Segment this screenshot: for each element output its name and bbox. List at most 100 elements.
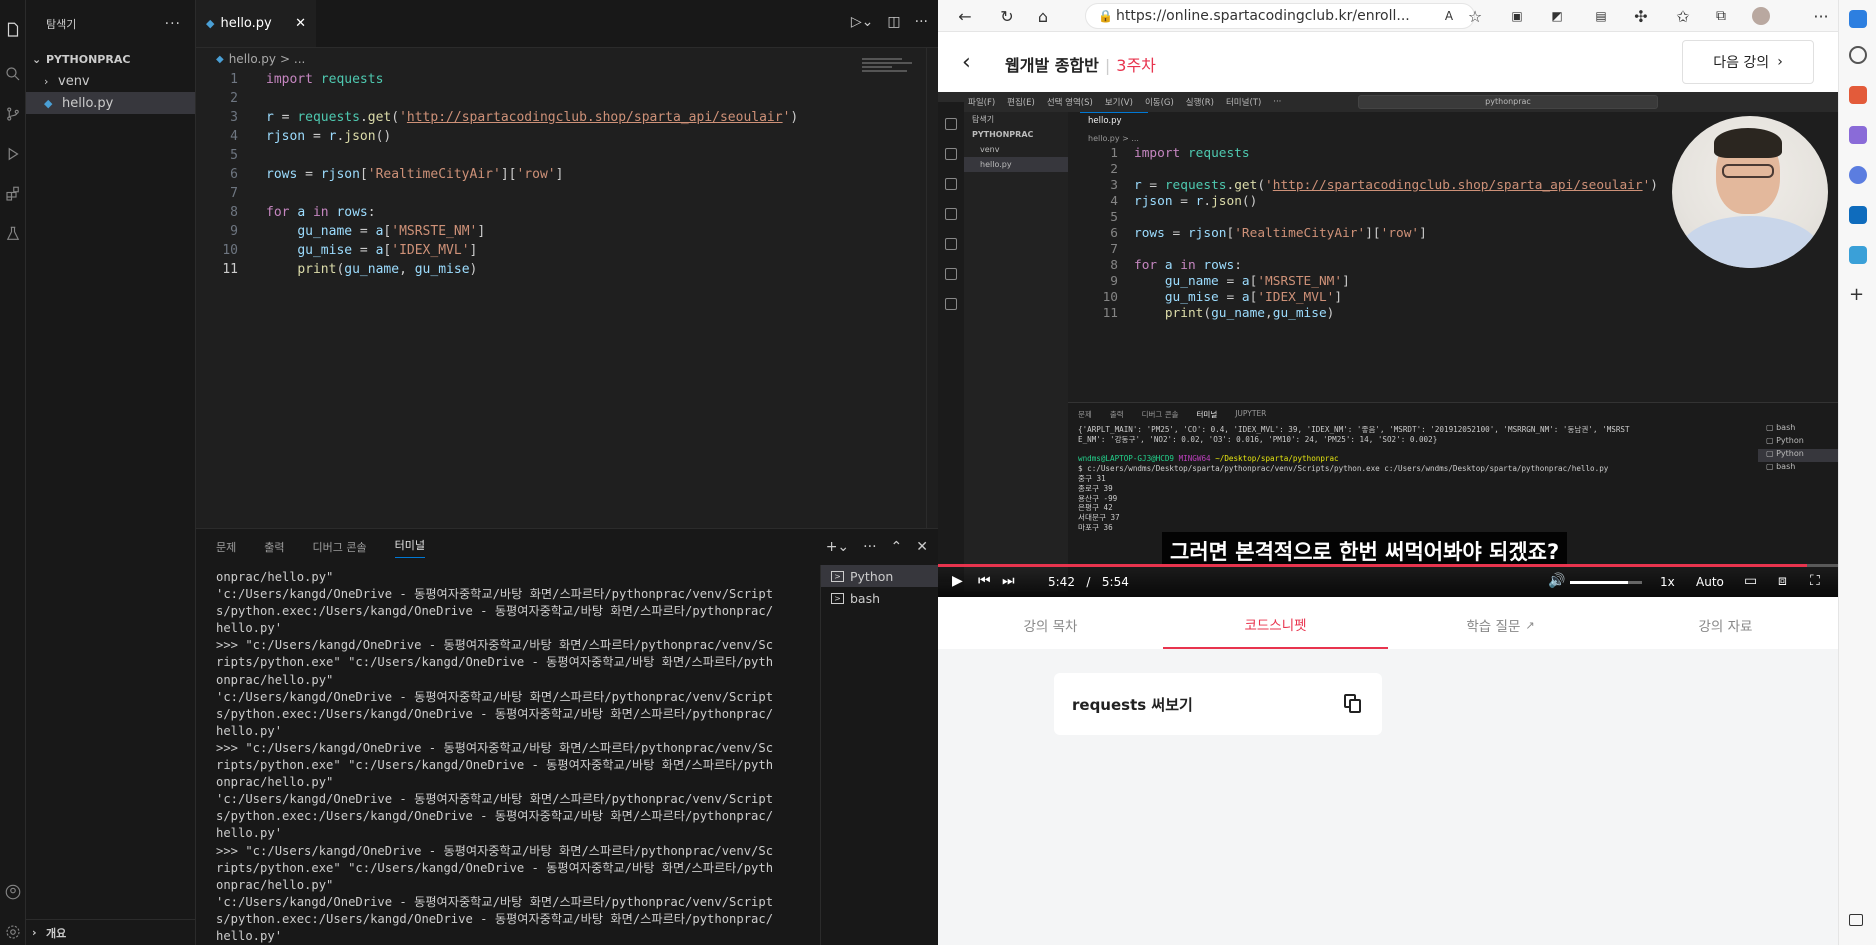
outline-section[interactable]: › 개요 [26, 919, 196, 945]
code-line[interactable]: 3 r = requests.get('http://spartacodingcl… [196, 108, 938, 127]
more-actions-icon[interactable]: ··· [863, 539, 876, 555]
code-line[interactable]: 11 print(gu_name, gu_mise) [196, 260, 938, 279]
editor-tab-hello-py[interactable]: ◆ hello.py ✕ [196, 0, 316, 47]
extensions-icon[interactable] [0, 180, 26, 208]
fullscreen-icon[interactable]: ⛶ [1810, 573, 1820, 589]
account-icon[interactable] [0, 878, 26, 906]
address-bar[interactable]: 🔒 https://online.spartacodingclub.kr/enr… [1085, 3, 1475, 29]
profile-avatar[interactable] [1750, 5, 1772, 27]
code-line[interactable]: 4 rjson = r.json() [196, 127, 938, 146]
code-line[interactable]: 8 for a in rows: [196, 203, 938, 222]
tab-debug-console[interactable]: 디버그 콘솔 [313, 539, 367, 555]
close-panel-icon[interactable]: ✕ [916, 539, 928, 555]
code-line[interactable]: 2 [1068, 162, 1658, 178]
code-line[interactable]: 7 [1068, 242, 1658, 258]
testing-icon[interactable] [0, 220, 26, 248]
more-menu-icon[interactable]: ··· [1810, 5, 1832, 27]
tab-lecture-toc[interactable]: 강의 목차 [938, 601, 1163, 649]
volume-slider[interactable] [1570, 581, 1642, 584]
back-arrow-icon[interactable]: ← [954, 5, 976, 27]
chevron-down-icon: ⌄ [32, 52, 42, 66]
chevron-left-icon[interactable]: ‹ [962, 50, 971, 75]
tab-terminal[interactable]: 터미널 [394, 537, 425, 558]
notion-extension-icon[interactable]: ▣ [1506, 5, 1528, 27]
explorer-icon[interactable] [0, 16, 26, 44]
drop-icon[interactable] [1849, 246, 1867, 264]
tab-output[interactable]: 출력 [264, 539, 284, 555]
code-line[interactable]: 4 rjson = r.json() [1068, 194, 1658, 210]
code-line[interactable]: 6 rows = rjson['RealtimeCityAir']['row'] [196, 165, 938, 184]
rewind-icon[interactable]: ⏮ [978, 573, 991, 589]
snippet-card[interactable]: requests 써보기 [1054, 673, 1382, 735]
workspace-folder[interactable]: ⌄ PYTHONPRAC [26, 48, 195, 70]
code-line[interactable]: 1 import requests [1068, 146, 1658, 162]
maximize-panel-icon[interactable]: ⌃ [891, 539, 903, 555]
add-icon[interactable]: + [1849, 286, 1867, 304]
code-line[interactable]: 10 gu_mise = a['IDEX_MVL'] [196, 241, 938, 260]
sidebar-toggle-icon[interactable] [1849, 914, 1863, 926]
code-editor[interactable]: 1 import requests 2 3 r = requests.get('http… [196, 70, 938, 279]
close-icon[interactable]: ✕ [295, 16, 306, 31]
settings-gear-icon[interactable] [0, 918, 26, 945]
tree-item-venv[interactable]: › venv [26, 70, 195, 92]
refresh-icon[interactable]: ↻ [996, 5, 1018, 27]
quality-selector[interactable]: Auto [1696, 575, 1724, 589]
pip-icon[interactable]: ⧈ [1778, 573, 1787, 589]
tools-icon[interactable] [1849, 126, 1867, 144]
collections-icon[interactable]: ⧉ [1710, 5, 1732, 27]
split-editor-icon[interactable]: ◫ [887, 14, 900, 30]
code-line[interactable]: 2 [196, 89, 938, 108]
games-icon[interactable] [1849, 166, 1867, 184]
extension-icon[interactable]: ▤ [1590, 5, 1612, 27]
terminal-output[interactable]: onprac/hello.py" 'c:/Users/kangd/OneDriv… [216, 569, 816, 945]
code-line[interactable]: 8 for a in rows: [1068, 258, 1658, 274]
code-line[interactable]: 9 gu_name = a['MSRSTE_NM'] [1068, 274, 1658, 290]
tab-materials[interactable]: 강의 자료 [1613, 601, 1838, 649]
source-control-icon[interactable] [0, 100, 26, 128]
bing-icon[interactable] [1849, 10, 1867, 28]
run-icon[interactable]: ▷⌄ [851, 14, 874, 30]
volume-icon[interactable]: 🔊 [1548, 573, 1565, 589]
search-icon[interactable] [0, 60, 26, 88]
code-line[interactable]: 10 gu_mise = a['IDEX_MVL'] [1068, 290, 1658, 306]
code-line[interactable]: 1 import requests [196, 70, 938, 89]
breadcrumb-rest[interactable]: > ... [280, 52, 305, 66]
search-icon[interactable] [1849, 46, 1867, 64]
captions-icon[interactable]: ▭ [1744, 573, 1757, 589]
code-line[interactable]: 3 r = requests.get('http://spartacodingcl… [1068, 178, 1658, 194]
code-line[interactable]: 5 [1068, 210, 1658, 226]
code-line[interactable]: 11 print(gu_name,gu_mise) [1068, 306, 1658, 322]
terminal-item-python[interactable]: > Python [821, 565, 938, 587]
video-player[interactable]: 파일(F) 편집(E) 선택 영역(S) 보기(V) 이동(G) 실행(R) 터미널(T) ·… [938, 92, 1838, 597]
play-icon[interactable]: ▶ [952, 573, 963, 589]
code-line[interactable]: 9 gu_name = a['MSRSTE_NM'] [196, 222, 938, 241]
playback-speed[interactable]: 1x [1660, 575, 1675, 589]
forward-icon[interactable]: ⏭ [1002, 573, 1015, 589]
code-line[interactable]: 7 [196, 184, 938, 203]
minimap[interactable] [862, 58, 922, 82]
terminal-item-bash[interactable]: > bash [821, 587, 938, 609]
editor-scrollbar[interactable] [926, 48, 938, 528]
outlook-icon[interactable] [1849, 206, 1867, 224]
extension-icon[interactable]: ◩ [1546, 5, 1568, 27]
read-aloud-icon[interactable]: A [1438, 5, 1460, 27]
instructor-webcam [1672, 116, 1828, 268]
new-terminal-icon[interactable]: +⌄ [826, 539, 849, 555]
home-icon[interactable]: ⌂ [1032, 5, 1054, 27]
shopping-icon[interactable] [1849, 86, 1867, 104]
breadcrumb-file[interactable]: hello.py [229, 52, 276, 66]
tab-code-snippet[interactable]: 코드스니펫 [1163, 601, 1388, 649]
run-debug-icon[interactable] [0, 140, 26, 168]
more-actions-icon[interactable]: ··· [915, 14, 928, 30]
tab-questions[interactable]: 학습 질문 ↗ [1388, 601, 1613, 649]
tab-problems[interactable]: 문제 [216, 539, 236, 555]
favorites-icon[interactable]: ✩ [1672, 5, 1694, 27]
favorite-star-icon[interactable]: ☆ [1464, 5, 1486, 27]
code-line[interactable]: 6 rows = rjson['RealtimeCityAir']['row'] [1068, 226, 1658, 242]
tree-item-hello-py[interactable]: ◆ hello.py [26, 92, 195, 114]
code-line[interactable]: 5 [196, 146, 938, 165]
more-actions-icon[interactable]: ··· [165, 16, 181, 32]
copy-icon[interactable] [1344, 694, 1362, 714]
extensions-puzzle-icon[interactable]: ✣ [1630, 5, 1652, 27]
next-lecture-button[interactable]: 다음 강의 › [1682, 40, 1814, 84]
